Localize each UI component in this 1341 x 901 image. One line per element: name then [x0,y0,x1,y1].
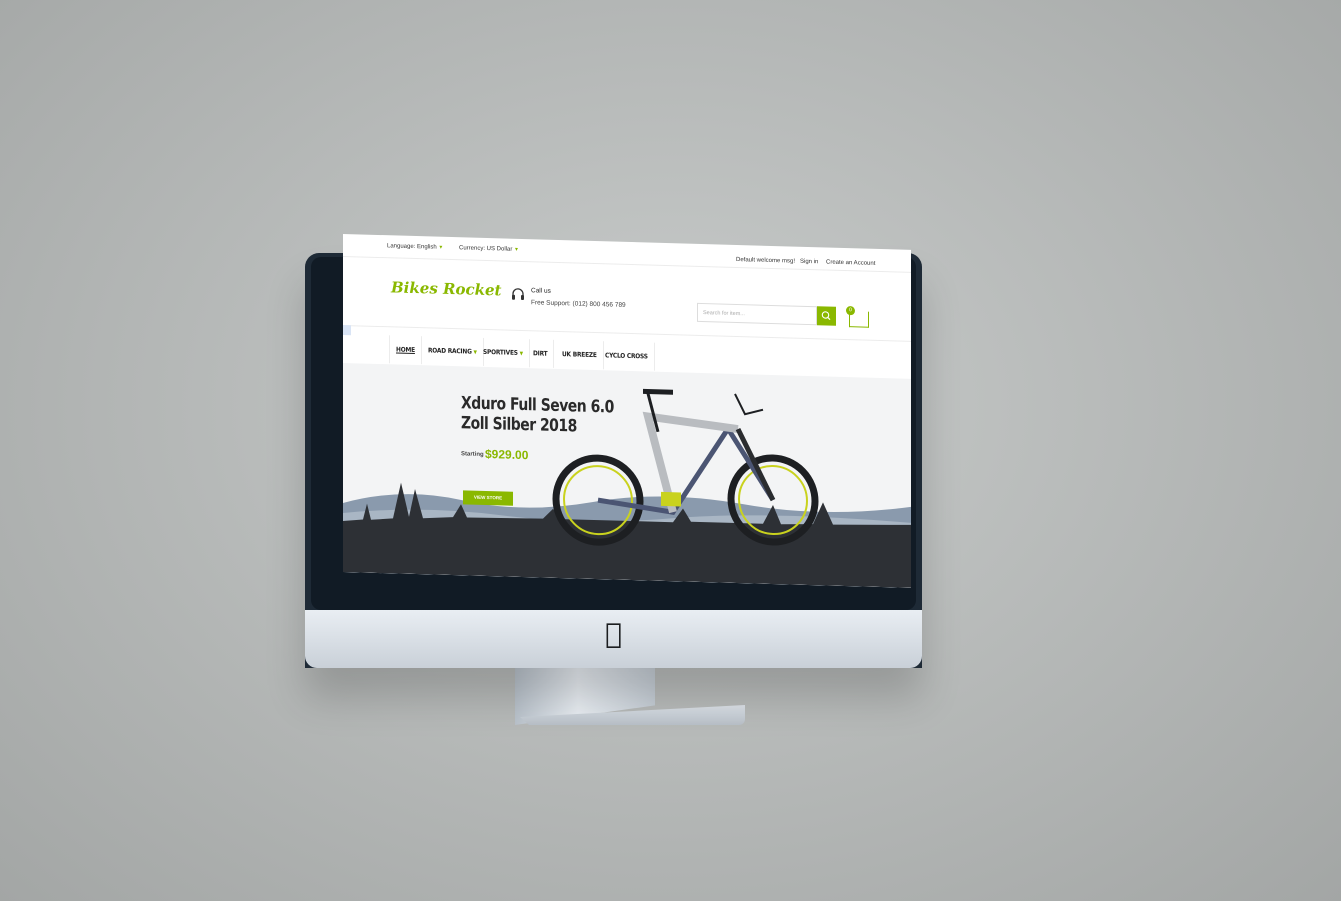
price-label: Starting [461,451,484,458]
nav-item-uk-breeze[interactable]: UK BREEZE [556,339,604,370]
headset-icon [512,288,524,301]
nav-label: ROAD RACING [428,346,472,356]
support-phone: Free Support: (012) 800 456 789 [531,299,626,309]
nav-item-cyclo-cross[interactable]: CYCLO CROSS [599,341,655,371]
call-us-title: Call us [531,287,551,295]
imac-chin:  [305,610,922,668]
language-label: Language: English [387,243,437,251]
website-screen: Language: English ▼ Currency: US Dollar … [343,234,911,588]
apple-logo-icon:  [601,619,627,649]
view-store-button[interactable]: VIEW STORE [463,490,513,506]
hero-title: Xduro Full Seven 6.0 Zoll Silber 2018 [461,393,614,437]
nav-item-sportives[interactable]: SPORTIVES ▼ [477,337,530,368]
currency-selector[interactable]: Currency: US Dollar ▼ [459,245,519,253]
nav-item-road-racing[interactable]: ROAD RACING ▼ [422,336,484,366]
nav-item-dirt[interactable]: DIRT [527,339,555,368]
search-input[interactable]: Search for item... [697,302,817,326]
search-button[interactable] [817,306,836,326]
welcome-message: Default welcome msg! [736,256,796,265]
search-icon [821,311,831,321]
currency-label: Currency: US Dollar [459,245,513,253]
chevron-down-icon: ▼ [514,246,519,253]
cart-count-badge: 0 [846,306,855,316]
nav-item-home[interactable]: HOME [389,335,422,365]
nav-label: SPORTIVES [483,347,518,357]
chevron-down-icon: ▼ [438,244,444,251]
hero-illustration [343,388,911,588]
create-account-link[interactable]: Create an Account [826,259,875,266]
hero-price: $929.00 [485,446,529,463]
hero-banner: Xduro Full Seven 6.0 Zoll Silber 2018 St… [343,363,911,588]
language-selector[interactable]: Language: English ▼ [387,243,443,251]
site-logo[interactable]: Bikes Rocket [391,278,501,299]
chevron-down-icon: ▼ [519,350,523,358]
signin-link[interactable]: Sign in [800,259,818,266]
